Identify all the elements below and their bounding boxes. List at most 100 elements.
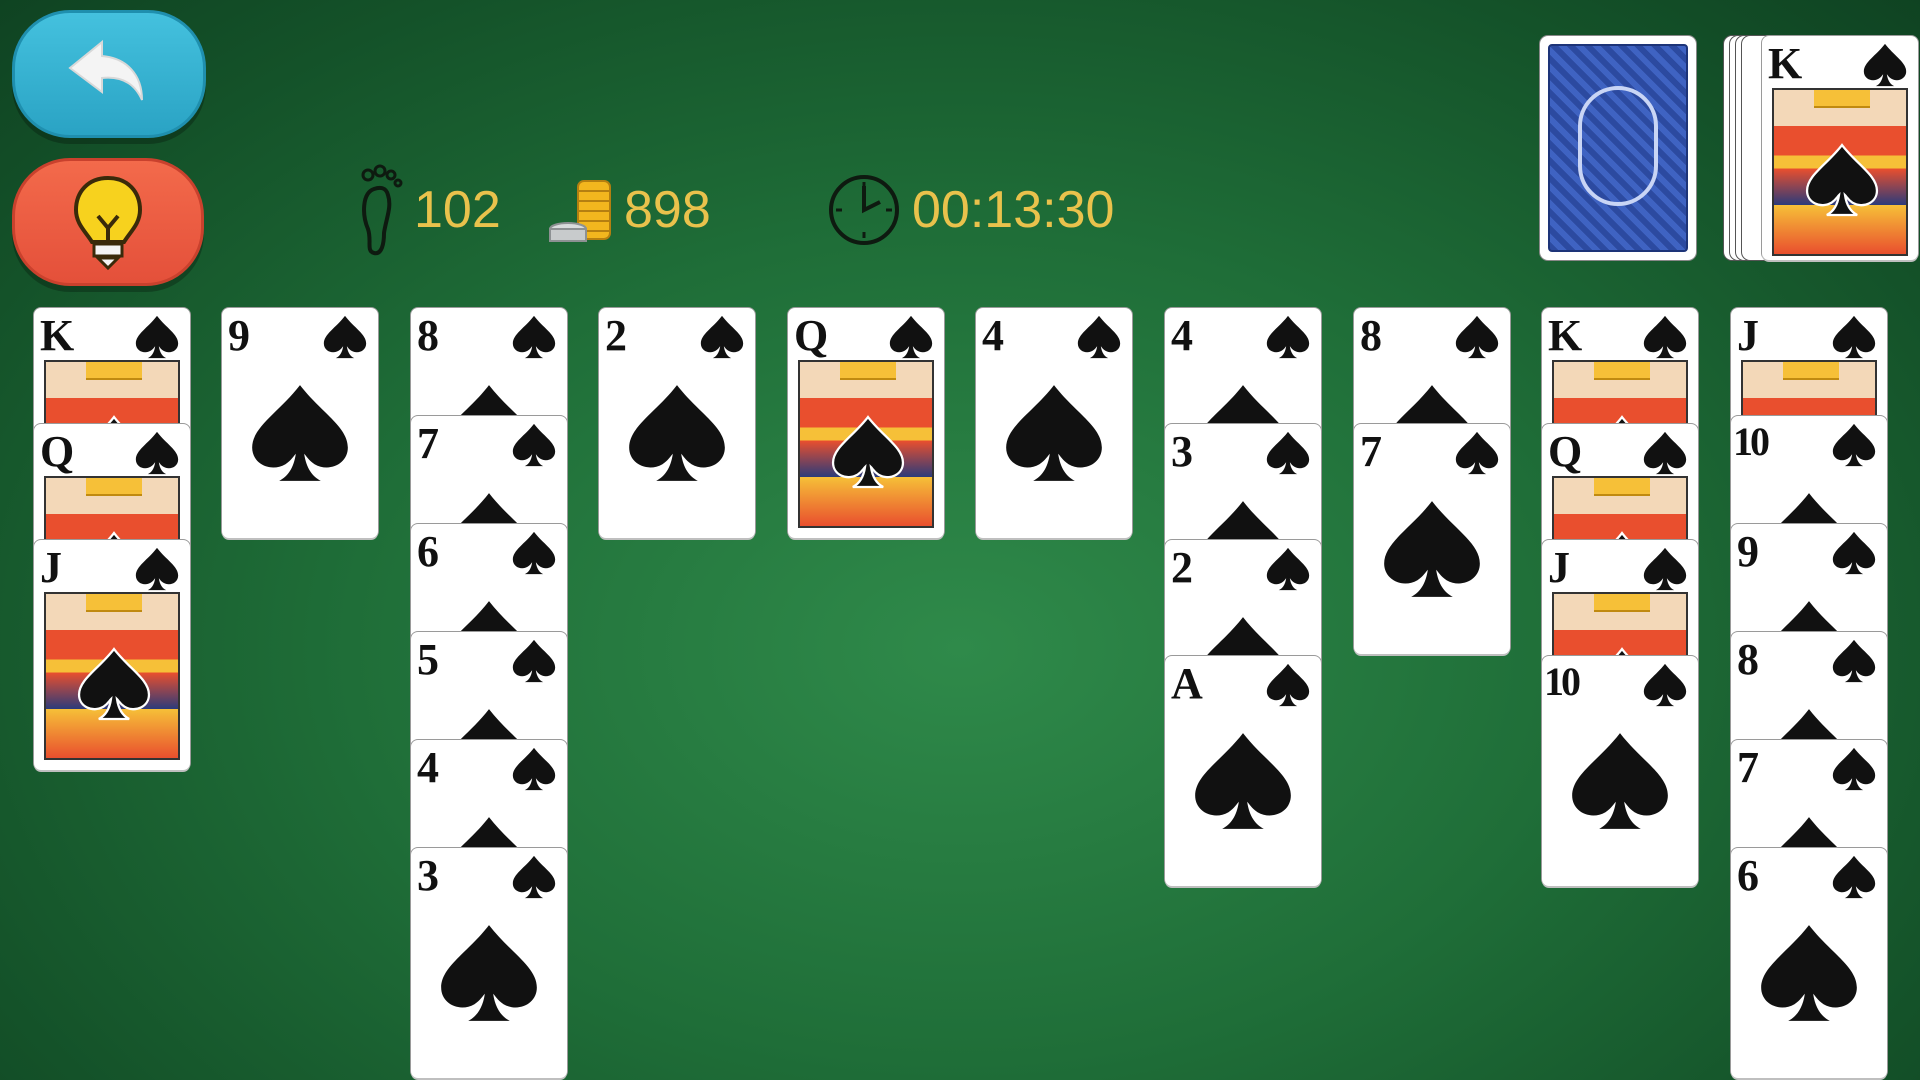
card-rank: 7	[1360, 427, 1382, 476]
foundation-top-card: K	[1762, 36, 1918, 260]
tableau-card[interactable]: 9	[222, 308, 378, 538]
spade-icon	[1006, 385, 1102, 481]
moves-value: 102	[414, 181, 501, 239]
card-back	[1548, 44, 1688, 252]
spade-icon	[512, 315, 556, 359]
spade-icon	[252, 385, 348, 481]
spade-icon	[1832, 855, 1876, 899]
tableau-card[interactable]: 4	[976, 308, 1132, 538]
spade-icon	[1572, 733, 1668, 829]
face-card-art	[798, 360, 934, 528]
tableau-card[interactable]: 7	[1354, 424, 1510, 654]
card-rank: K	[1548, 311, 1582, 360]
crown	[840, 362, 896, 380]
timer-value: 00:13:30	[912, 181, 1115, 239]
spade-icon	[1643, 431, 1687, 475]
spade-icon	[1643, 663, 1687, 707]
spade-icon	[1832, 639, 1876, 683]
crown	[86, 478, 142, 496]
undo-arrow-icon	[68, 39, 143, 101]
spade-icon	[512, 531, 556, 575]
card-rank: K	[1768, 39, 1802, 88]
spade-icon	[512, 423, 556, 467]
card-rank: J	[40, 543, 62, 592]
spade-icon	[1384, 501, 1480, 597]
card-rank: 10	[1544, 659, 1581, 704]
card-rank: Q	[794, 311, 828, 360]
card-rank: K	[40, 311, 74, 360]
card-rank: 8	[1360, 311, 1382, 360]
spade-icon	[512, 747, 556, 791]
spade-icon	[135, 547, 179, 591]
tableau-card[interactable]: J	[34, 540, 190, 770]
card-rank: 4	[982, 311, 1004, 360]
tableau-card[interactable]: 3	[411, 848, 567, 1078]
lightbulb-icon	[73, 175, 143, 271]
spade-icon	[1643, 547, 1687, 591]
spade-icon	[323, 315, 367, 359]
spade-icon	[1863, 43, 1907, 87]
card-rank: 6	[417, 527, 439, 576]
spade-icon	[77, 647, 151, 721]
card-rank: Q	[40, 427, 74, 476]
game-table: 102 898 00:13:30 K K Q J 9 8 7 6 5 4 3 2 Q 4 4 3 2 A 8 7 K	[0, 0, 1920, 1080]
card-rank: A	[1171, 659, 1203, 708]
card-rank: 7	[1737, 743, 1759, 792]
card-rank: 3	[1171, 427, 1193, 476]
card-rank: 5	[417, 635, 439, 684]
king-face-art	[1772, 88, 1908, 256]
card-rank: 4	[417, 743, 439, 792]
spade-icon	[512, 855, 556, 899]
spade-icon	[135, 315, 179, 359]
crown	[1814, 90, 1870, 108]
crown	[1594, 478, 1650, 496]
card-rank: 7	[417, 419, 439, 468]
face-card-art	[44, 592, 180, 760]
tableau-card[interactable]: Q	[788, 308, 944, 538]
spade-icon	[1195, 733, 1291, 829]
spade-icon	[1455, 315, 1499, 359]
spade-icon	[1266, 547, 1310, 591]
spade-icon	[1832, 315, 1876, 359]
spade-icon	[1832, 423, 1876, 467]
card-rank: J	[1548, 543, 1570, 592]
crown	[1594, 362, 1650, 380]
spade-icon	[1077, 315, 1121, 359]
undo-button[interactable]	[12, 10, 206, 138]
crown	[86, 594, 142, 612]
spade-icon	[1455, 431, 1499, 475]
card-rank: 2	[1171, 543, 1193, 592]
spade-icon	[512, 639, 556, 683]
spade-icon	[441, 925, 537, 1021]
spade-icon	[135, 431, 179, 475]
hint-button[interactable]	[12, 158, 204, 286]
spade-icon	[1761, 925, 1857, 1021]
tableau-card[interactable]: 2	[599, 308, 755, 538]
card-rank: 8	[1737, 635, 1759, 684]
card-rank: 8	[417, 311, 439, 360]
tableau-card[interactable]: 10	[1542, 656, 1698, 886]
card-rank: 2	[605, 311, 627, 360]
spade-icon	[700, 315, 744, 359]
card-rank: 3	[417, 851, 439, 900]
crown	[1594, 594, 1650, 612]
spade-icon	[1266, 431, 1310, 475]
spade-icon	[629, 385, 725, 481]
stock-pile[interactable]	[1540, 36, 1696, 260]
crown	[86, 362, 142, 380]
tableau-card[interactable]: A	[1165, 656, 1321, 886]
coins-counter: 898	[548, 180, 711, 242]
spade-icon	[1643, 315, 1687, 359]
spade-icon	[1832, 531, 1876, 575]
crown	[1783, 362, 1839, 380]
clock-icon	[829, 175, 899, 245]
coins-icon	[549, 180, 611, 242]
card-rank: J	[1737, 311, 1759, 360]
card-rank: 9	[228, 311, 250, 360]
spade-icon	[1805, 143, 1879, 217]
spade-icon	[1266, 663, 1310, 707]
spade-icon	[1266, 315, 1310, 359]
tableau-card[interactable]: 6	[1731, 848, 1887, 1078]
card-rank: 4	[1171, 311, 1193, 360]
spade-icon	[831, 415, 905, 489]
